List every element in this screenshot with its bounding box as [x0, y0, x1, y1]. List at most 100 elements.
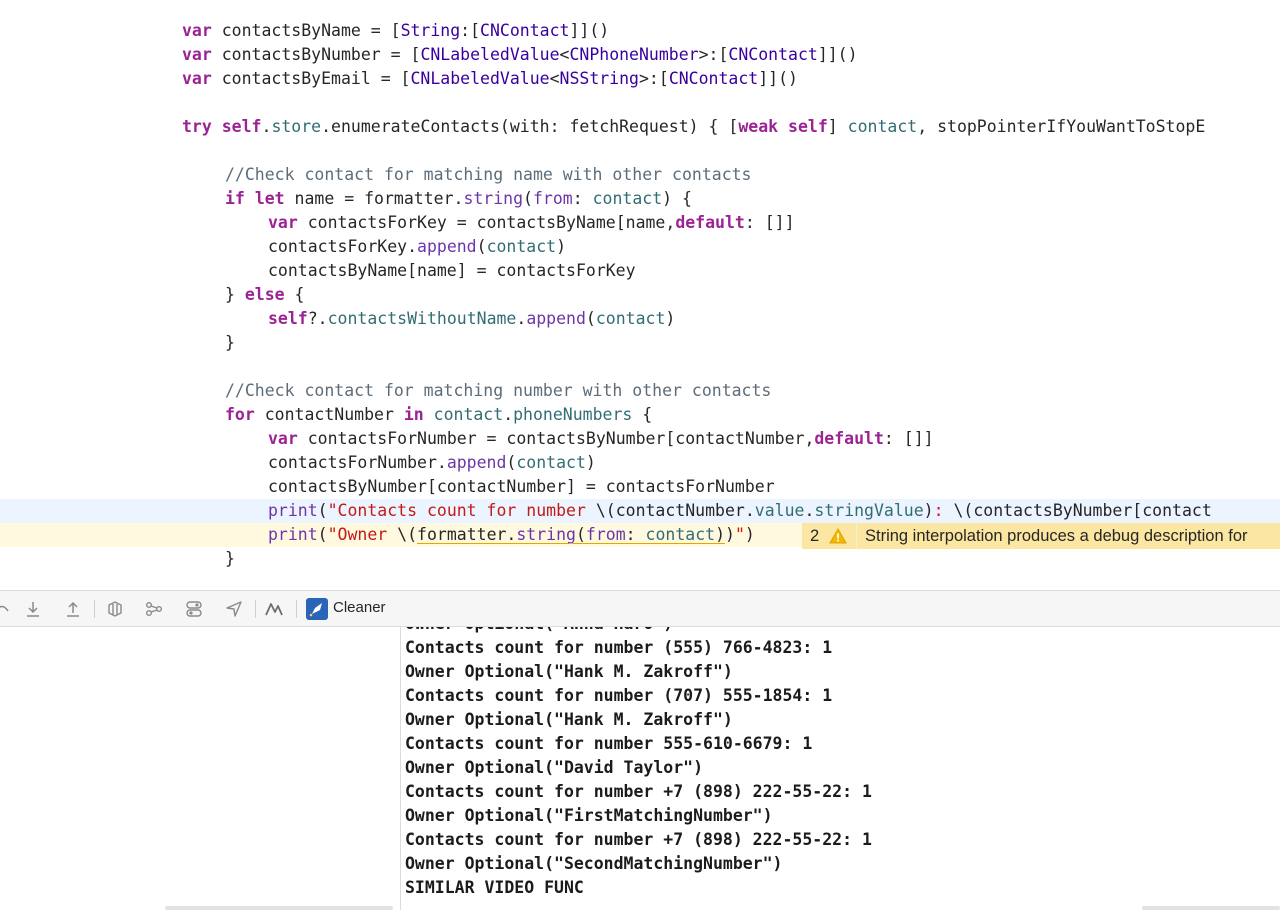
code-token: try	[182, 117, 212, 136]
simulate-location-icon[interactable]	[224, 599, 244, 619]
code-line-text: self?.contactsWithoutName.append(contact…	[268, 307, 675, 331]
console-line: Contacts count for number 555-610-6679: …	[405, 734, 813, 753]
instruments-icon[interactable]	[264, 599, 284, 619]
code-token: <	[549, 69, 560, 88]
console-line: Contacts count for number +7 (898) 222-5…	[405, 782, 872, 801]
code-token: CNContact	[480, 21, 570, 40]
code-line[interactable]: try self.store.enumerateContacts(with: f…	[0, 115, 1280, 139]
code-token: contactsByEmail = [	[211, 69, 411, 88]
code-token: string	[516, 525, 576, 544]
code-token: ]]()	[758, 69, 798, 88]
code-token: ) {	[662, 189, 692, 208]
code-token: , stopPointerIfYouWantToStopE	[917, 117, 1206, 136]
cleaner-rocket-icon[interactable]	[306, 598, 328, 620]
code-line[interactable]: contactsForNumber.append(contact)	[0, 451, 1280, 475]
code-line[interactable]	[0, 139, 1280, 163]
code-line[interactable]: if let name = formatter.string(from: con…	[0, 187, 1280, 211]
code-editor[interactable]: var contactsByName = [String:[CNContact]…	[0, 0, 1280, 590]
warning-annotation[interactable]: 2 String interpolation produces a debug …	[802, 523, 1280, 549]
code-token: "Contacts count for number	[327, 501, 596, 520]
code-line[interactable]	[0, 355, 1280, 379]
cleaner-label[interactable]: Cleaner	[333, 599, 386, 616]
code-line[interactable]: } else {	[0, 283, 1280, 307]
warning-message: String interpolation produces a debug de…	[865, 526, 1248, 545]
code-line[interactable]: var contactsForKey = contactsByName[name…	[0, 211, 1280, 235]
code-line-text: try self.store.enumerateContacts(with: f…	[182, 115, 1205, 139]
code-token: name = formatter.	[284, 189, 464, 208]
code-line[interactable]: //Check contact for matching name with o…	[0, 163, 1280, 187]
code-line[interactable]: var contactsForNumber = contactsByNumber…	[0, 427, 1280, 451]
code-token: : []]	[883, 429, 934, 448]
code-token: {	[284, 285, 305, 304]
code-token: ]	[827, 117, 848, 136]
code-token: var	[182, 69, 212, 88]
code-token: contactsForNumber = contactsByNumber[con…	[297, 429, 815, 448]
step-out-icon[interactable]	[63, 599, 83, 619]
console-output[interactable]: Owner Optional("Anna Haro") Contacts coun…	[401, 627, 1280, 910]
code-token: (	[523, 189, 533, 208]
code-token: ]]()	[569, 21, 610, 40]
code-line[interactable]: var contactsByEmail = [CNLabeledValue<NS…	[0, 67, 1280, 91]
variables-filter-field[interactable]	[165, 906, 393, 910]
code-line-text: var contactsByName = [String:[CNContact]…	[182, 19, 609, 43]
memory-graph-icon[interactable]	[144, 599, 164, 619]
code-token: contact	[433, 405, 504, 424]
code-token: (	[476, 237, 487, 256]
code-token: contact	[847, 117, 918, 136]
code-token: )	[556, 237, 567, 256]
code-token: (	[585, 309, 596, 328]
code-line[interactable]: }	[0, 547, 1280, 571]
code-token: }	[225, 333, 235, 352]
code-line[interactable]: for contactNumber in contact.phoneNumber…	[0, 403, 1280, 427]
code-token: for	[225, 405, 255, 424]
console-line: Owner Optional("David Taylor")	[405, 758, 704, 777]
code-token: //Check contact for matching number with…	[225, 381, 772, 400]
code-token: .	[261, 117, 272, 136]
code-line[interactable]: contactsForKey.append(contact)	[0, 235, 1280, 259]
code-line-text: var contactsForNumber = contactsByNumber…	[268, 427, 934, 451]
console-line: SIMILAR VIDEO FUNC	[405, 878, 584, 897]
toolbar-divider	[255, 600, 256, 618]
variables-view[interactable]	[0, 627, 400, 910]
console-line: Owner Optional("FirstMatchingNumber")	[405, 806, 773, 825]
code-line-text: print("Contacts count for number \(conta…	[268, 499, 1212, 523]
code-token: var	[182, 21, 212, 40]
code-line[interactable]	[0, 91, 1280, 115]
step-into-icon[interactable]	[23, 599, 43, 619]
code-line[interactable]: contactsByNumber[contactNumber] = contac…	[0, 475, 1280, 499]
code-line-text: var contactsByNumber = [CNLabeledValue<C…	[182, 43, 858, 67]
environment-overrides-icon[interactable]	[184, 599, 204, 619]
code-line[interactable]: contactsByName[name] = contactsForKey	[0, 259, 1280, 283]
console-line: Contacts count for number (707) 555-1854…	[405, 686, 833, 705]
code-token: \(contactNumber.	[595, 501, 755, 520]
debug-view-hierarchy-icon[interactable]	[105, 599, 125, 619]
console-line: Contacts count for number +7 (898) 222-5…	[405, 830, 872, 849]
code-line[interactable]: var contactsByName = [String:[CNContact]…	[0, 19, 1280, 43]
code-line[interactable]: print("Contacts count for number \(conta…	[0, 499, 1280, 523]
code-token: self	[221, 117, 262, 136]
code-line[interactable]: self?.contactsWithoutName.append(contact…	[0, 307, 1280, 331]
code-token: formatter.	[417, 525, 517, 544]
code-token: >:[	[698, 45, 729, 64]
code-line[interactable]: var contactsByNumber = [CNLabeledValue<C…	[0, 43, 1280, 67]
code-token: contact	[645, 525, 716, 544]
toolbar-divider	[296, 600, 297, 618]
code-token: CNLabeledValue	[420, 45, 560, 64]
code-token: contactsByNumber = [	[211, 45, 421, 64]
code-line-text: //Check contact for matching number with…	[225, 379, 771, 403]
code-token: stringValue	[814, 501, 924, 520]
code-token: contactsByNumber[contactNumber] = contac…	[268, 477, 775, 496]
code-line[interactable]: //Check contact for matching number with…	[0, 379, 1280, 403]
toolbar-divider	[94, 600, 95, 618]
code-token: contactNumber	[254, 405, 404, 424]
code-line[interactable]: }	[0, 331, 1280, 355]
code-token: <	[559, 45, 570, 64]
code-token: "	[734, 525, 745, 544]
code-token: (	[506, 453, 517, 472]
console-filter-field[interactable]	[1142, 906, 1280, 910]
step-over-icon[interactable]	[0, 599, 12, 619]
code-token: print	[268, 525, 318, 544]
code-token: .	[516, 309, 527, 328]
